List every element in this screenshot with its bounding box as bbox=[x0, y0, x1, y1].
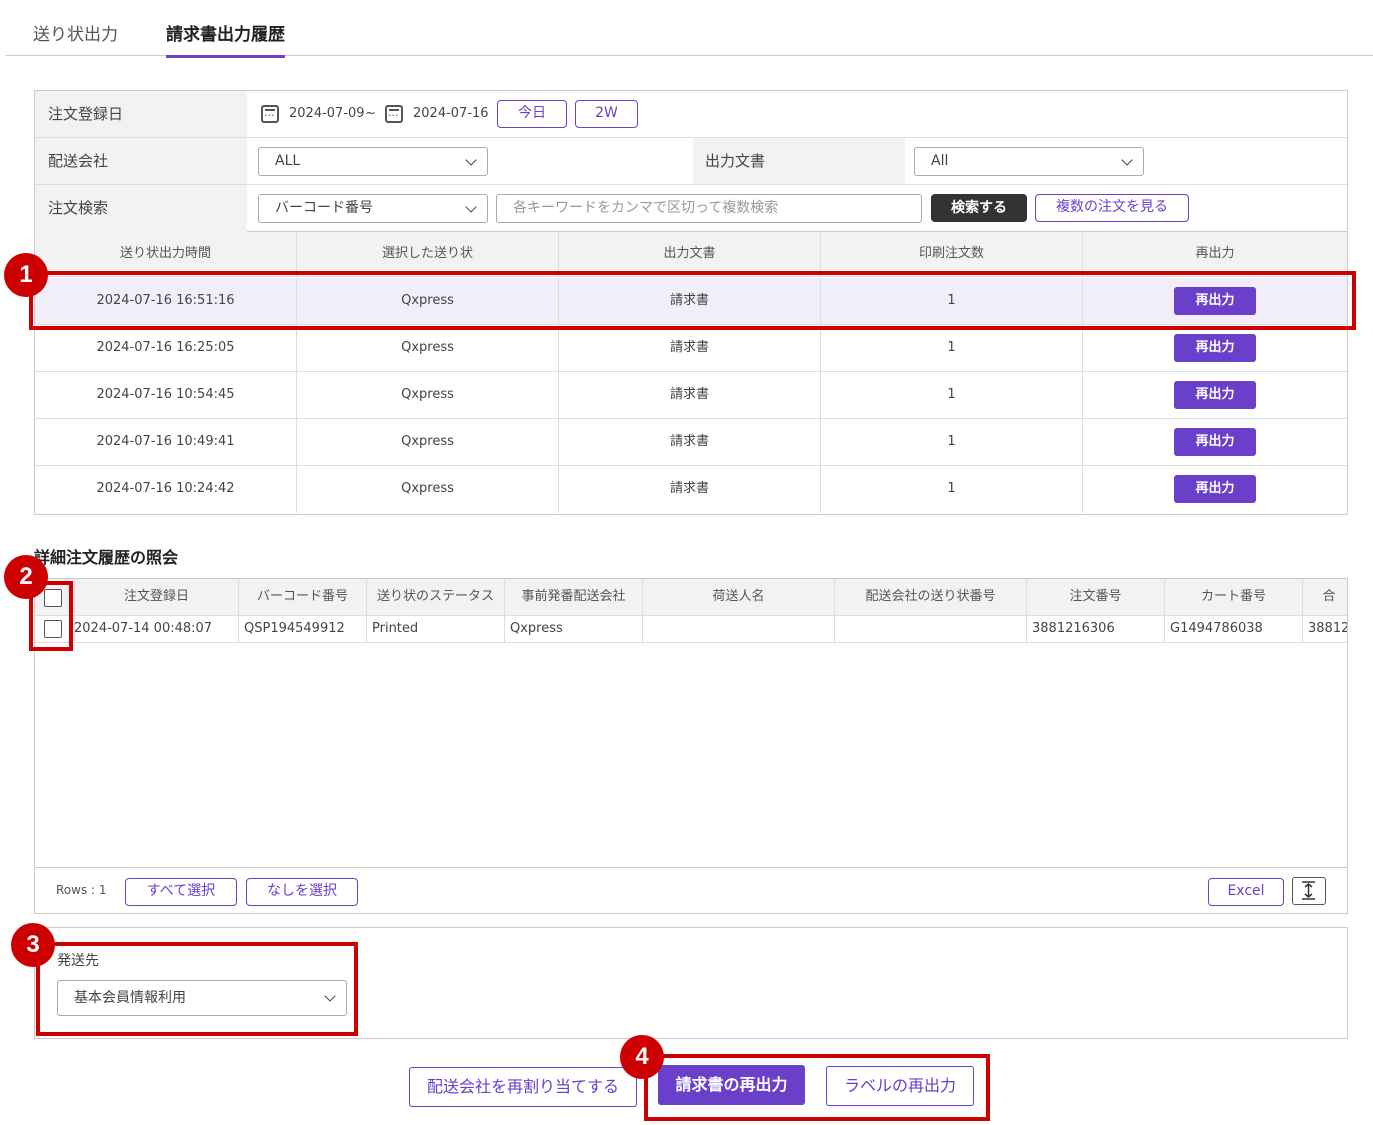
cell-time: 2024-07-16 10:49:41 bbox=[35, 419, 297, 465]
reprint-button[interactable]: 再出力 bbox=[1174, 333, 1256, 362]
col-more: 合 bbox=[1322, 589, 1336, 604]
cell-action: 再出力 bbox=[1083, 419, 1347, 465]
carrier-select-value: ALL bbox=[275, 153, 301, 169]
cell-order-number: 3881216306 bbox=[1027, 616, 1165, 642]
cell-shipper bbox=[643, 616, 835, 642]
cell-count: 1 bbox=[821, 325, 1083, 371]
doc-select[interactable]: All bbox=[914, 147, 1144, 176]
filter-panel: 注文登録日 2024-07-09 ~ 2024-07-16 今日 2W 配送会社… bbox=[34, 90, 1348, 232]
cell-more: 38812 bbox=[1308, 621, 1348, 636]
cell-barcode: QSP194549912 bbox=[239, 616, 367, 642]
cell-status: Printed bbox=[367, 616, 505, 642]
col-prenumber-carrier: 事前発番配送会社 bbox=[505, 579, 643, 615]
search-button[interactable]: 検索する bbox=[931, 194, 1027, 222]
cell-doc: 請求書 bbox=[559, 419, 821, 465]
col-output-doc: 出力文書 bbox=[559, 232, 821, 276]
cell-cart-number: G1494786038 bbox=[1165, 616, 1303, 642]
callout-box-1 bbox=[29, 271, 1356, 330]
cell-carrier: Qxpress bbox=[505, 616, 643, 642]
cell-time: 2024-07-16 16:25:05 bbox=[35, 325, 297, 371]
callout-number-3: 3 bbox=[11, 923, 55, 967]
table-row[interactable]: 2024-07-16 10:49:41 Qxpress 請求書 1 再出力 bbox=[35, 419, 1347, 466]
today-button[interactable]: 今日 bbox=[497, 100, 567, 128]
cell-doc: 請求書 bbox=[559, 466, 821, 513]
col-shipper-name: 荷送人名 bbox=[643, 579, 835, 615]
cell-doc: 請求書 bbox=[559, 325, 821, 371]
cell-waybill: Qxpress bbox=[297, 372, 559, 418]
search-input[interactable]: 各キーワードをカンマで区切って複数検索 bbox=[496, 194, 922, 223]
date-to[interactable]: 2024-07-16 bbox=[413, 106, 489, 121]
reprint-button[interactable]: 再出力 bbox=[1174, 427, 1256, 456]
select-all-button[interactable]: すべて選択 bbox=[125, 878, 237, 906]
search-label: 注文検索 bbox=[35, 185, 247, 232]
cell-doc: 請求書 bbox=[559, 372, 821, 418]
table-row[interactable]: 2024-07-16 10:54:45 Qxpress 請求書 1 再出力 bbox=[35, 372, 1347, 419]
table-row[interactable]: 2024-07-16 10:24:42 Qxpress 請求書 1 再出力 bbox=[35, 466, 1347, 513]
reprint-button[interactable]: 再出力 bbox=[1174, 380, 1256, 409]
filter-row-carrier: 配送会社 ALL 出力文書 All bbox=[35, 138, 1347, 185]
table-row[interactable]: 2024-07-16 16:25:05 Qxpress 請求書 1 再出力 bbox=[35, 325, 1347, 372]
date-from[interactable]: 2024-07-09 bbox=[289, 106, 365, 121]
tab-waybill-output[interactable]: 送り状出力 bbox=[33, 20, 118, 55]
excel-button[interactable]: Excel bbox=[1208, 878, 1284, 906]
cell-waybill: Qxpress bbox=[297, 325, 559, 371]
callout-number-1: 1 bbox=[4, 253, 48, 297]
detail-grid-footer: Rows : 1 すべて選択 なしを選択 Excel bbox=[35, 867, 1347, 913]
doc-label: 出力文書 bbox=[693, 138, 905, 184]
cell-waybill: Qxpress bbox=[297, 466, 559, 513]
cell-tracking bbox=[835, 616, 1027, 642]
cell-action: 再出力 bbox=[1083, 466, 1347, 513]
chevron-down-icon bbox=[465, 154, 477, 166]
col-order-date: 注文登録日 bbox=[75, 579, 239, 615]
doc-select-value: All bbox=[931, 153, 949, 169]
date-separator: ~ bbox=[365, 106, 376, 121]
filter-row-search: 注文検索 バーコード番号 各キーワードをカンマで区切って複数検索 検索する 複数… bbox=[35, 185, 1347, 232]
carrier-select[interactable]: ALL bbox=[258, 147, 488, 176]
col-waybill-status: 送り状のステータス bbox=[367, 579, 505, 615]
cell-action: 再出力 bbox=[1083, 325, 1347, 371]
col-selected-waybill: 選択した送り状 bbox=[297, 232, 559, 276]
chevron-down-icon bbox=[1121, 154, 1133, 166]
tab-invoice-history[interactable]: 請求書出力履歴 bbox=[166, 20, 285, 58]
filter-row-date: 注文登録日 2024-07-09 ~ 2024-07-16 今日 2W bbox=[35, 91, 1347, 138]
search-type-select[interactable]: バーコード番号 bbox=[258, 194, 488, 223]
callout-number-2: 2 bbox=[4, 555, 48, 599]
select-none-button[interactable]: なしを選択 bbox=[246, 878, 358, 906]
search-type-value: バーコード番号 bbox=[275, 200, 373, 216]
col-print-count: 印刷注文数 bbox=[821, 232, 1083, 276]
reprint-button[interactable]: 再出力 bbox=[1174, 474, 1256, 503]
table-row[interactable]: 2024-07-14 00:48:07 QSP194549912 Printed… bbox=[35, 616, 1348, 643]
detail-grid: 注文登録日 バーコード番号 送り状のステータス 事前発番配送会社 荷送人名 配送… bbox=[34, 578, 1348, 914]
calendar-icon[interactable] bbox=[261, 105, 279, 123]
col-output-time: 送り状出力時間 bbox=[35, 232, 297, 276]
cell-count: 1 bbox=[821, 419, 1083, 465]
cell-count: 1 bbox=[821, 466, 1083, 513]
cell-time: 2024-07-16 10:24:42 bbox=[35, 466, 297, 513]
detail-grid-header: 注文登録日 バーコード番号 送り状のステータス 事前発番配送会社 荷送人名 配送… bbox=[35, 579, 1347, 616]
multi-order-button[interactable]: 複数の注文を見る bbox=[1035, 194, 1189, 222]
col-cart-number: カート番号 bbox=[1165, 579, 1303, 615]
col-reprint: 再出力 bbox=[1195, 246, 1235, 261]
cell-action: 再出力 bbox=[1083, 372, 1347, 418]
reassign-carrier-button[interactable]: 配送会社を再割り当てする bbox=[409, 1067, 637, 1107]
callout-number-4: 4 bbox=[620, 1035, 664, 1079]
calendar-icon[interactable] bbox=[385, 105, 403, 123]
callout-box-4 bbox=[644, 1054, 990, 1121]
callout-box-3 bbox=[36, 942, 358, 1036]
cell-count: 1 bbox=[821, 372, 1083, 418]
two-week-button[interactable]: 2W bbox=[575, 100, 638, 128]
carrier-label: 配送会社 bbox=[35, 138, 247, 184]
cell-waybill: Qxpress bbox=[297, 419, 559, 465]
expand-height-icon[interactable] bbox=[1292, 877, 1326, 905]
rows-count: Rows : 1 bbox=[56, 883, 107, 897]
detail-title: 詳細注文履歴の照会 bbox=[34, 548, 179, 567]
cell-order-date: 2024-07-14 00:48:07 bbox=[69, 616, 239, 642]
col-barcode: バーコード番号 bbox=[239, 579, 367, 615]
col-tracking-number: 配送会社の送り状番号 bbox=[835, 579, 1027, 615]
chevron-down-icon bbox=[465, 201, 477, 213]
cell-time: 2024-07-16 10:54:45 bbox=[35, 372, 297, 418]
col-order-number: 注文番号 bbox=[1027, 579, 1165, 615]
order-date-label: 注文登録日 bbox=[35, 91, 247, 137]
tab-bar: 送り状出力 請求書出力履歴 bbox=[6, 0, 1373, 58]
